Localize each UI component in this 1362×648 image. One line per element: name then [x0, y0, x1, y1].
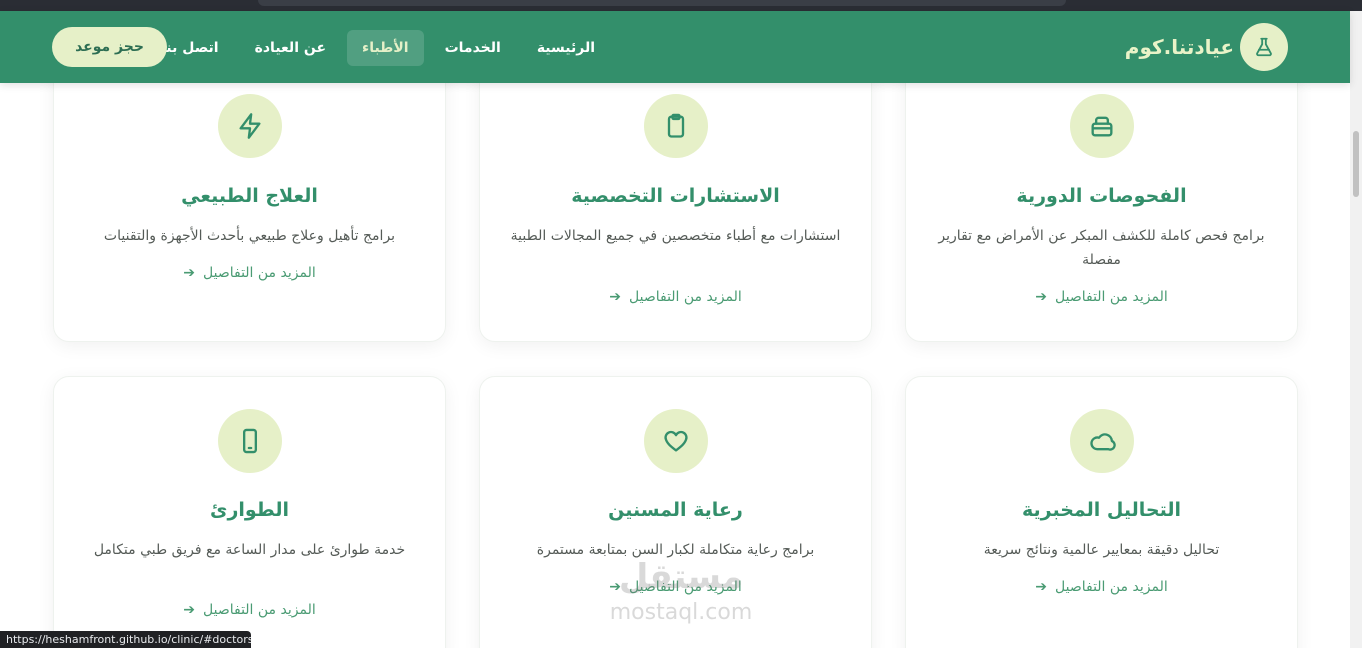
- arrow-left-icon: ➔: [183, 602, 195, 618]
- service-title: الاستشارات التخصصية: [571, 185, 780, 207]
- arrow-left-icon: ➔: [1035, 579, 1047, 595]
- service-title: التحاليل المخبرية: [1021, 499, 1181, 521]
- service-title: رعاية المسنين: [608, 499, 743, 521]
- page-scrollbar[interactable]: [1350, 11, 1362, 648]
- more-details-label: المزيد من التفاصيل: [203, 602, 316, 618]
- more-details-link[interactable]: المزيد من التفاصيل ➔: [54, 602, 445, 618]
- more-details-link[interactable]: المزيد من التفاصيل ➔: [54, 265, 445, 281]
- more-details-link[interactable]: المزيد من التفاصيل ➔: [906, 579, 1297, 595]
- service-card-checkups: الفحوصات الدورية برامج فحص كاملة للكشف ا…: [905, 63, 1298, 342]
- service-title: الطوارئ: [210, 499, 289, 521]
- service-description: برامج فحص كاملة للكشف المبكر عن الأمراض …: [938, 228, 1265, 268]
- book-appointment-button[interactable]: حجز موعد: [52, 27, 167, 67]
- lightning-icon: [218, 94, 282, 158]
- nav-services[interactable]: الخدمات: [430, 30, 516, 66]
- more-details-link[interactable]: المزيد من التفاصيل ➔: [906, 289, 1297, 305]
- arrow-left-icon: ➔: [609, 579, 621, 595]
- service-description: برامج تأهيل وعلاج طبيعي بأحدث الأجهزة وا…: [103, 228, 396, 244]
- more-details-label: المزيد من التفاصيل: [629, 289, 742, 305]
- service-description: تحاليل دقيقة بمعايير عالمية ونتائج سريعة: [983, 542, 1220, 558]
- box-icon: [1070, 94, 1134, 158]
- more-details-label: المزيد من التفاصيل: [1055, 579, 1168, 595]
- clipboard-icon: [644, 94, 708, 158]
- service-title: العلاج الطبيعي: [181, 185, 318, 207]
- main-navbar: عيادتنا.كوم الرئيسية الخدمات الأطباء عن …: [0, 11, 1350, 83]
- arrow-left-icon: ➔: [609, 289, 621, 305]
- brand-logo[interactable]: عيادتنا.كوم: [1125, 23, 1288, 71]
- browser-tab-strip: [258, 0, 1066, 6]
- service-title: الفحوصات الدورية: [1016, 185, 1187, 207]
- arrow-left-icon: ➔: [183, 265, 195, 281]
- more-details-link[interactable]: المزيد من التفاصيل ➔: [480, 579, 871, 595]
- arrow-left-icon: ➔: [1035, 289, 1047, 305]
- nav-about[interactable]: عن العيادة: [240, 30, 341, 66]
- nav-links: الرئيسية الخدمات الأطباء عن العيادة اتصل…: [146, 28, 610, 68]
- service-description: برامج رعاية متكاملة لكبار السن بمتابعة م…: [536, 542, 815, 558]
- phone-icon: [218, 409, 282, 473]
- more-details-label: المزيد من التفاصيل: [203, 265, 316, 281]
- nav-home[interactable]: الرئيسية: [522, 30, 610, 66]
- service-description: استشارات مع أطباء متخصصين في جميع المجال…: [510, 228, 841, 244]
- service-description: خدمة طوارئ على مدار الساعة مع فريق طبي م…: [93, 542, 406, 558]
- more-details-link[interactable]: المزيد من التفاصيل ➔: [480, 289, 871, 305]
- browser-top-bar: [0, 0, 1362, 11]
- cloud-icon: [1070, 409, 1134, 473]
- service-card-emergency: الطوارئ خدمة طوارئ على مدار الساعة مع فر…: [53, 376, 446, 648]
- service-card-physiotherapy: العلاج الطبيعي برامج تأهيل وعلاج طبيعي ب…: [53, 63, 446, 342]
- service-card-elderly-care: رعاية المسنين برامج رعاية متكاملة لكبار …: [479, 376, 872, 648]
- nav-doctors[interactable]: الأطباء: [347, 30, 424, 66]
- brand-name: عيادتنا.كوم: [1124, 35, 1234, 59]
- more-details-label: المزيد من التفاصيل: [1055, 289, 1168, 305]
- scrollbar-thumb[interactable]: [1353, 131, 1359, 197]
- link-status-url: https://heshamfront.github.io/clinic/#do…: [0, 631, 251, 648]
- heart-icon: [644, 409, 708, 473]
- more-details-label: المزيد من التفاصيل: [629, 579, 742, 595]
- flask-icon: [1240, 23, 1288, 71]
- service-card-lab-tests: التحاليل المخبرية تحاليل دقيقة بمعايير ع…: [905, 376, 1298, 648]
- service-card-consultations: الاستشارات التخصصية استشارات مع أطباء مت…: [479, 63, 872, 342]
